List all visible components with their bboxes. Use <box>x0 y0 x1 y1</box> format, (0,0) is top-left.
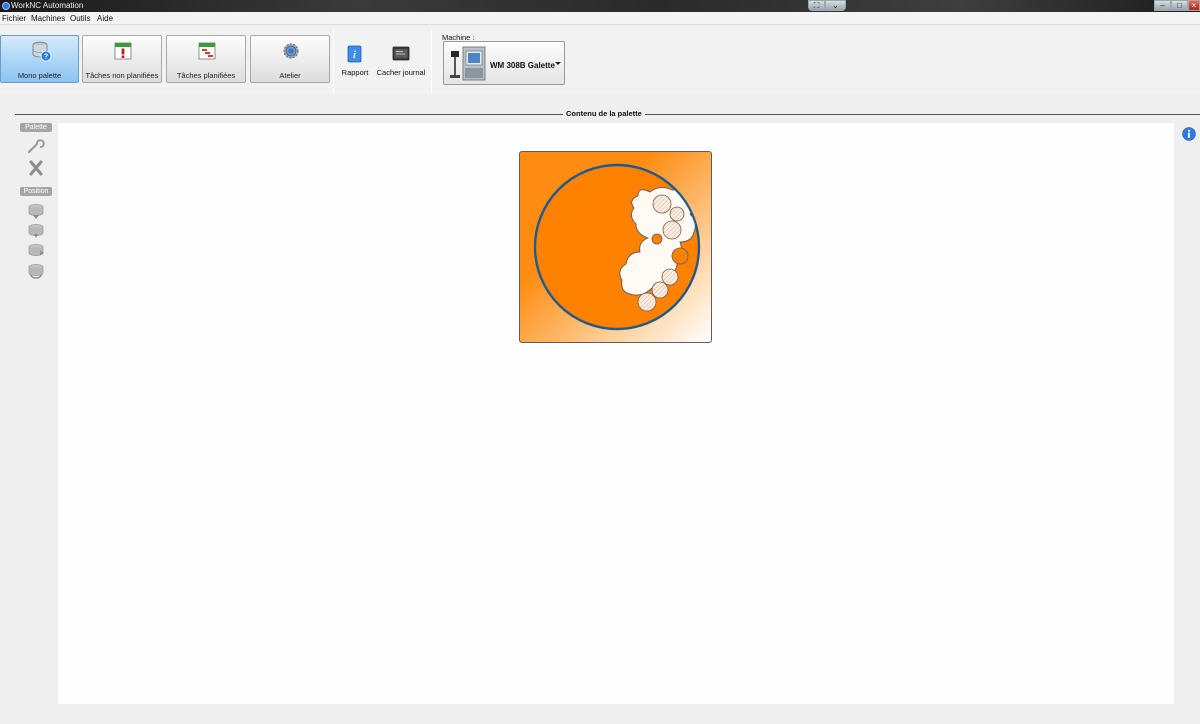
close-button[interactable]: × <box>1188 0 1200 11</box>
layer-rotate-icon[interactable] <box>26 262 46 280</box>
database-help-icon: ? <box>32 41 52 62</box>
maximize-icon: □ <box>1177 1 1182 10</box>
palette-group-label: Palette <box>20 123 52 132</box>
workshop-button[interactable]: Atelier <box>250 35 330 83</box>
minimize-button[interactable]: – <box>1154 0 1171 11</box>
workshop-label: Atelier <box>279 71 301 80</box>
menu-bar: Fichier Machines Outils Aide <box>0 12 1200 25</box>
menu-outils[interactable]: Outils <box>70 14 90 23</box>
toolbar-separator <box>333 30 334 92</box>
gear-icon <box>283 43 299 59</box>
hide-log-button[interactable]: Cacher journal <box>376 45 426 77</box>
unplanned-tasks-label: Tâches non planifiées <box>85 71 159 80</box>
calendar-gantt-icon <box>198 42 216 60</box>
calendar-alert-icon <box>114 42 132 60</box>
console-icon <box>392 46 410 61</box>
delete-icon[interactable] <box>26 159 46 177</box>
fullscreen-button[interactable]: ⛶ <box>808 0 825 11</box>
close-icon: × <box>1191 1 1197 10</box>
report-button[interactable]: i Rapport <box>340 45 370 77</box>
report-label: Rapport <box>341 68 369 77</box>
machine-thumbnail-icon <box>450 46 486 81</box>
app-icon <box>2 2 10 10</box>
info-icon[interactable] <box>1182 127 1196 141</box>
minimize-icon: – <box>1160 1 1165 10</box>
planned-tasks-button[interactable]: Tâches planifiées <box>166 35 246 83</box>
palette-preview[interactable] <box>519 151 712 343</box>
machine-name: WM 308B Galette <box>490 61 555 70</box>
svg-text:?: ? <box>44 54 48 61</box>
menu-aide[interactable]: Aide <box>97 14 113 23</box>
mono-palette-label: Mono palette <box>17 71 62 80</box>
menu-machines[interactable]: Machines <box>31 14 65 23</box>
fullscreen-icon: ⛶ <box>813 1 820 10</box>
maximize-button[interactable]: □ <box>1171 0 1188 11</box>
layer-down-alt-icon[interactable] <box>26 222 46 240</box>
hide-log-label: Cacher journal <box>376 68 426 77</box>
svg-text:i: i <box>353 50 356 61</box>
layer-down-icon[interactable] <box>26 202 46 220</box>
machine-select[interactable]: WM 308B Galette <box>443 41 565 85</box>
position-group-label: Position <box>20 187 52 196</box>
info-report-icon: i <box>347 45 362 63</box>
chevron-down-icon: ⌄ <box>832 1 839 10</box>
window-title: WorkNC Automation <box>11 1 84 10</box>
palette-disc-illustration <box>533 163 701 331</box>
window-title-bar: WorkNC Automation ⛶ ⌄ – □ × <box>0 0 1200 12</box>
planned-tasks-label: Tâches planifiées <box>176 71 236 80</box>
toolbar-separator <box>431 30 432 92</box>
unplanned-tasks-button[interactable]: Tâches non planifiées <box>82 35 162 83</box>
mono-palette-button[interactable]: ? Mono palette <box>0 35 79 83</box>
wrench-icon[interactable] <box>26 137 46 155</box>
section-title: Contenu de la palette <box>563 109 645 118</box>
layer-side-icon[interactable] <box>26 242 46 260</box>
menu-fichier[interactable]: Fichier <box>2 14 26 23</box>
chevron-down-icon <box>555 62 561 65</box>
dropdown-button[interactable]: ⌄ <box>825 0 846 11</box>
